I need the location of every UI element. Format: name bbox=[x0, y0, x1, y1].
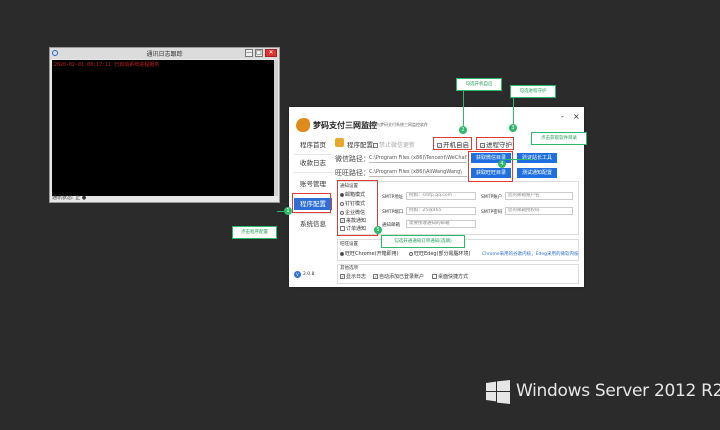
version-badge: V bbox=[294, 271, 301, 278]
notify-tag: 勾选开通通知订单通知(选填) bbox=[381, 235, 465, 248]
config-nav-highlight bbox=[292, 193, 331, 213]
step-number-4: 4 bbox=[498, 160, 506, 168]
nav-item-payment-log[interactable]: 收款日志 bbox=[294, 157, 332, 169]
config-section-icon bbox=[335, 138, 344, 147]
smtp-port-input[interactable]: 例如：25或465 bbox=[406, 207, 476, 215]
verify-tool-button[interactable]: 验证站长工具 bbox=[517, 153, 557, 163]
aliww-path-input[interactable]: C:\Program Files (x86)\AliWangWang\ bbox=[369, 167, 467, 177]
step-number-2: 2 bbox=[459, 126, 467, 134]
notify-highlight bbox=[337, 180, 378, 236]
nav-divider bbox=[294, 213, 332, 214]
bird-logo-icon bbox=[296, 118, 310, 132]
nav-item-home[interactable]: 程序首页 bbox=[294, 139, 332, 151]
smtp-password-label: SMTP密码 bbox=[481, 210, 503, 215]
nav-item-accounts[interactable]: 账号管理 bbox=[294, 178, 332, 190]
version-number: 2.0.8 bbox=[303, 272, 315, 277]
daemon-tag: 勾选进程守护 bbox=[510, 85, 556, 98]
auto-add-account-label: 自动添加已登录账户 bbox=[379, 274, 425, 280]
ww-settings-title: 旺旺设置 bbox=[340, 242, 358, 247]
show-log-checkbox[interactable]: ✓ 显示日志 bbox=[340, 273, 366, 280]
auto-add-account-checkbox[interactable]: ✓ 自动添加已登录账户 bbox=[373, 273, 424, 280]
ww-chrome-radio[interactable]: 旺旺Chrome(开箱即用) bbox=[340, 250, 399, 257]
ww-chrome-label: 旺旺Chrome(开箱即用) bbox=[345, 251, 399, 257]
section-title: 程序配置 bbox=[347, 141, 373, 149]
app-subtitle: 本软件为梦码支付系统三网监控软件 bbox=[364, 122, 428, 127]
get-dir-tag: 点击获取软件目录 bbox=[531, 132, 587, 145]
log-terminal-window: 通讯日志跟踪 — □ ✕ 2020-02-01 08:17:11 已启动系统进程… bbox=[49, 47, 280, 203]
wechat-path-input[interactable]: C:\Program Files (x86)\Tencent\WeChat\ bbox=[369, 153, 467, 163]
maximize-button[interactable]: □ bbox=[255, 49, 263, 57]
notify-email-label: 通知邮箱 bbox=[382, 223, 400, 228]
windows-server-watermark: Windows Server 2012 R2 bbox=[516, 381, 720, 401]
windows-logo-icon bbox=[486, 380, 510, 404]
smtp-address-input[interactable]: 例如：smtp.qq.com bbox=[406, 192, 476, 200]
smtp-password-input[interactable]: 您的邮箱授权码 bbox=[505, 207, 573, 215]
terminal-scrollbar[interactable] bbox=[274, 60, 278, 196]
daemon-highlight bbox=[476, 137, 514, 150]
terminal-status: 通讯状态: 正 ● bbox=[52, 195, 87, 201]
minimize-button[interactable]: — bbox=[245, 49, 253, 57]
aliww-path-label: 旺旺路径： bbox=[335, 169, 370, 177]
minimize-button[interactable]: - bbox=[561, 112, 564, 121]
disable-wechat-update-label: 禁止微信更新 bbox=[379, 142, 416, 149]
show-log-label: 显示日志 bbox=[346, 274, 367, 280]
step-number-3: 3 bbox=[509, 124, 517, 132]
ww-edge-radio[interactable]: 旺旺Edeg(部分電腦环境) bbox=[409, 250, 471, 257]
nav-item-system-info[interactable]: 系统信息 bbox=[294, 218, 332, 230]
autostart-highlight bbox=[433, 137, 472, 150]
desktop-shortcut-checkbox[interactable]: 桌面快捷方式 bbox=[432, 273, 468, 280]
daemon-connector bbox=[513, 98, 514, 126]
ww-kernel-hint: Chrome采用的谷歌内核，Edeg采用的微软内核 bbox=[482, 252, 579, 257]
terminal-titlebar[interactable]: 通讯日志跟踪 — □ ✕ bbox=[50, 48, 279, 59]
smtp-account-label: SMTP账户 bbox=[481, 195, 503, 200]
close-button[interactable]: × bbox=[573, 112, 580, 121]
step-number-5: 5 bbox=[374, 226, 382, 234]
terminal-screen: 2020-02-01 08:17:11 已启动系统进程服务 bbox=[52, 60, 277, 196]
other-options-title: 其他选项 bbox=[340, 266, 358, 271]
step-number-1: 1 bbox=[284, 207, 292, 215]
notify-email-input[interactable]: 需要接收通知的邮箱 bbox=[406, 220, 476, 228]
nav-divider bbox=[294, 172, 332, 173]
test-notify-button[interactable]: 测试通知配置 bbox=[517, 168, 557, 178]
log-line: 2020-02-01 08:17:11 已启动系统进程服务 bbox=[54, 62, 160, 68]
smtp-account-input[interactable]: 您的邮箱账户名 bbox=[505, 192, 573, 200]
config-nav-tag: 点击程序配置 bbox=[232, 226, 277, 239]
nav-divider bbox=[294, 154, 332, 155]
get-dir-connector bbox=[503, 159, 533, 160]
autostart-tag: 勾选开机自启 bbox=[456, 78, 502, 91]
desktop-shortcut-label: 桌面快捷方式 bbox=[438, 274, 469, 280]
smtp-address-label: SMTP地址 bbox=[382, 195, 404, 200]
dir-buttons-highlight bbox=[468, 151, 513, 182]
smtp-port-label: SMTP端口 bbox=[382, 210, 404, 215]
autostart-connector bbox=[463, 91, 464, 129]
ww-edge-label: 旺旺Edeg(部分電腦环境) bbox=[414, 251, 471, 257]
disable-wechat-update-checkbox[interactable]: ✓ 禁止微信更新 bbox=[373, 140, 415, 149]
wechat-path-label: 微信路径： bbox=[335, 155, 370, 163]
close-button[interactable]: ✕ bbox=[265, 49, 277, 57]
